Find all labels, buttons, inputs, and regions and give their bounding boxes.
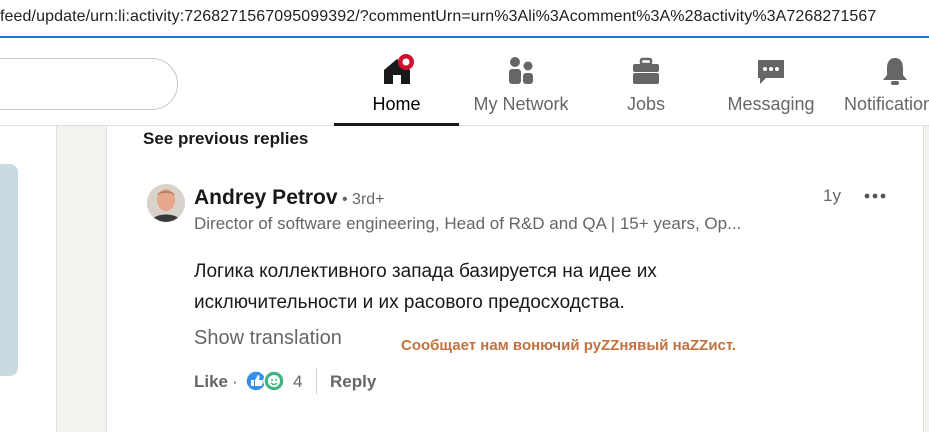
connection-degree: • 3rd+	[342, 191, 385, 208]
briefcase-icon	[633, 57, 659, 84]
avatar[interactable]	[147, 184, 185, 222]
nav-notifications-label: Notifications	[844, 94, 929, 114]
see-previous-replies-button[interactable]: See previous replies	[143, 129, 308, 149]
more-options-icon[interactable]	[863, 186, 887, 206]
profile-card-banner	[0, 164, 18, 376]
nav-jobs-label: Jobs	[626, 94, 666, 114]
show-translation-button[interactable]: Show translation	[194, 327, 342, 350]
author-headline: Director of software engineering, Head o…	[194, 214, 742, 233]
separator-dot: ·	[232, 372, 238, 391]
reactions-icon[interactable]	[245, 370, 287, 392]
reactions-count[interactable]: 4	[293, 372, 302, 392]
nav-my-network-label: My Network	[473, 94, 569, 114]
reply-button[interactable]: Reply	[330, 372, 376, 392]
search-input[interactable]	[0, 58, 178, 110]
url-text: feed/update/urn:li:activity:726827156709…	[0, 8, 877, 25]
comment-text-line: Логика коллективного запада базируется н…	[194, 261, 657, 282]
nav-messaging[interactable]: Messaging	[716, 38, 826, 125]
overlay-annotation: Сообщает нам вонючий руZZнявый наZZист.	[401, 337, 737, 354]
avatar-image	[147, 184, 185, 222]
browser-url-bar[interactable]: feed/update/urn:li:activity:726827156709…	[0, 0, 929, 38]
comment-timestamp: 1y	[823, 186, 841, 205]
nav-notifications[interactable]: Notifications	[840, 38, 929, 125]
nav-my-network[interactable]: My Network	[461, 38, 581, 125]
nav-home-label: Home	[372, 94, 421, 114]
home-icon	[383, 54, 414, 84]
bell-icon	[883, 58, 907, 85]
comments-section: See previous replies Andrey Petrov • 3rd…	[106, 126, 924, 432]
nav-home[interactable]: Home	[334, 38, 459, 126]
top-navigation: Home My Network Jobs Messaging Notificat…	[0, 38, 929, 126]
network-icon	[509, 57, 533, 84]
left-sidebar-card	[0, 126, 57, 432]
like-button[interactable]: Like	[194, 372, 228, 392]
nav-jobs[interactable]: Jobs	[600, 38, 692, 125]
messaging-icon	[758, 60, 784, 84]
comment-author-name[interactable]: Andrey Petrov	[194, 186, 338, 210]
comment-text: Логика коллективного запада базируется н…	[194, 256, 814, 318]
nav-messaging-label: Messaging	[727, 94, 815, 114]
comment-text-line: исключительности и их расового предосход…	[194, 292, 625, 313]
divider	[316, 368, 317, 394]
